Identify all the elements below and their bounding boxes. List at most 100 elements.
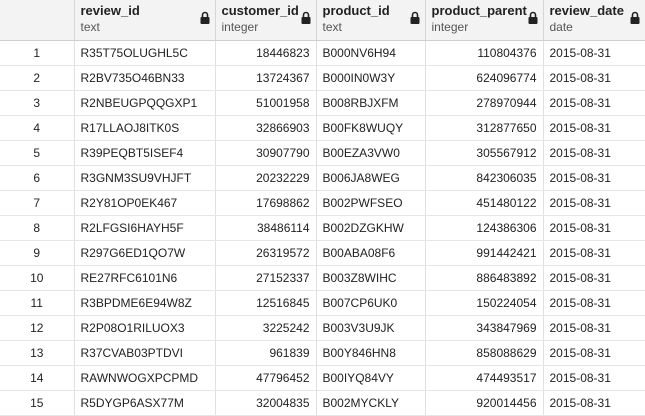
table-cell[interactable]: 920014456 [425,390,544,416]
table-cell[interactable]: R297G6ED1QO7W [74,240,216,266]
column-header-product-id[interactable]: product_id text [316,0,426,41]
table-cell[interactable]: B003V3U9JK [316,315,426,341]
table-cell[interactable]: 312877650 [425,115,544,141]
table-cell[interactable]: 150224054 [425,290,544,316]
row-number-cell[interactable]: 1 [0,40,75,66]
table-cell[interactable]: 26319572 [215,240,317,266]
table-cell[interactable]: 624096774 [425,65,544,91]
table-cell[interactable]: 886483892 [425,265,544,291]
table-cell[interactable]: B006JA8WEG [316,165,426,191]
table-cell[interactable]: B000IN0W3Y [316,65,426,91]
row-number-cell[interactable]: 5 [0,140,75,166]
table-cell[interactable]: 474493517 [425,365,544,391]
table-row[interactable]: 12 R2P08O1RILUOX3 3225242 B003V3U9JK 3438479… [0,315,645,341]
column-header-product-parent[interactable]: product_parent integer [425,0,544,41]
table-cell[interactable]: 32866903 [215,115,317,141]
row-number-cell[interactable]: 11 [0,290,75,316]
table-cell[interactable]: 858088629 [425,340,544,366]
table-row[interactable]: 14 RAWNWOGXPCPMD 47796452 B00IYQ84VY 4744935… [0,365,645,391]
table-cell[interactable]: 2015-08-31 [543,390,645,416]
row-number-cell[interactable]: 6 [0,165,75,191]
table-cell[interactable]: 305567912 [425,140,544,166]
table-cell[interactable]: 2015-08-31 [543,265,645,291]
table-cell[interactable]: R37CVAB03PTDVI [74,340,216,366]
table-cell[interactable]: B002MYCKLY [316,390,426,416]
table-cell[interactable]: R39PEQBT5ISEF4 [74,140,216,166]
table-row[interactable]: 10 RE27RFC6101N6 27152337 B003Z8WIHC 8864838… [0,265,645,291]
row-number-cell[interactable]: 7 [0,190,75,216]
table-cell[interactable]: 2015-08-31 [543,165,645,191]
table-cell[interactable]: 278970944 [425,90,544,116]
table-cell[interactable]: 32004835 [215,390,317,416]
table-cell[interactable]: 343847969 [425,315,544,341]
table-cell[interactable]: R35T75OLUGHL5C [74,40,216,66]
row-number-cell[interactable]: 14 [0,365,75,391]
table-cell[interactable]: 17698862 [215,190,317,216]
table-cell[interactable]: 842306035 [425,165,544,191]
table-row[interactable]: 3 R2NBEUGPQQGXP1 51001958 B008RBJXFM 2789709… [0,90,645,116]
row-number-cell[interactable]: 13 [0,340,75,366]
column-header-review-date[interactable]: review_date date [543,0,645,41]
table-cell[interactable]: R3BPDME6E94W8Z [74,290,216,316]
table-row[interactable]: 8 R2LFGSI6HAYH5F 38486114 B002DZGKHW 1243863… [0,215,645,241]
row-number-cell[interactable]: 12 [0,315,75,341]
row-number-cell[interactable]: 9 [0,240,75,266]
table-cell[interactable]: 2015-08-31 [543,315,645,341]
table-cell[interactable]: B00EZA3VW0 [316,140,426,166]
row-number-cell[interactable]: 10 [0,265,75,291]
table-cell[interactable]: 2015-08-31 [543,290,645,316]
table-cell[interactable]: RE27RFC6101N6 [74,265,216,291]
table-cell[interactable]: 2015-08-31 [543,240,645,266]
table-cell[interactable]: 991442421 [425,240,544,266]
table-cell[interactable]: B00IYQ84VY [316,365,426,391]
table-cell[interactable]: B00ABA08F6 [316,240,426,266]
table-cell[interactable]: 2015-08-31 [543,190,645,216]
table-cell[interactable]: 124386306 [425,215,544,241]
table-row[interactable]: 7 R2Y81OP0EK467 17698862 B002PWFSEO 45148012… [0,190,645,216]
table-cell[interactable]: 20232229 [215,165,317,191]
table-cell[interactable]: B007CP6UK0 [316,290,426,316]
table-cell[interactable]: 3225242 [215,315,317,341]
row-number-cell[interactable]: 8 [0,215,75,241]
table-row[interactable]: 1 R35T75OLUGHL5C 18446823 B000NV6H94 1108043… [0,40,645,66]
table-row[interactable]: 11 R3BPDME6E94W8Z 12516845 B007CP6UK0 150224… [0,290,645,316]
table-cell[interactable]: 2015-08-31 [543,365,645,391]
table-cell[interactable]: 2015-08-31 [543,215,645,241]
table-cell[interactable]: R2P08O1RILUOX3 [74,315,216,341]
column-header-customer-id[interactable]: customer_id integer [215,0,317,41]
table-row[interactable]: 15 R5DYGP6ASX77M 32004835 B002MYCKLY 9200144… [0,390,645,416]
table-row[interactable]: 13 R37CVAB03PTDVI 961839 B00Y846HN8 85808862… [0,340,645,366]
table-cell[interactable]: R2BV735O46BN33 [74,65,216,91]
table-cell[interactable]: 30907790 [215,140,317,166]
table-cell[interactable]: 18446823 [215,40,317,66]
table-cell[interactable]: 51001958 [215,90,317,116]
table-cell[interactable]: B002PWFSEO [316,190,426,216]
table-cell[interactable]: 2015-08-31 [543,115,645,141]
table-cell[interactable]: 2015-08-31 [543,65,645,91]
table-cell[interactable]: B008RBJXFM [316,90,426,116]
table-cell[interactable]: B00Y846HN8 [316,340,426,366]
table-cell[interactable]: R2LFGSI6HAYH5F [74,215,216,241]
table-cell[interactable]: 2015-08-31 [543,90,645,116]
table-row[interactable]: 6 R3GNM3SU9VHJFT 20232229 B006JA8WEG 8423060… [0,165,645,191]
table-cell[interactable]: R2NBEUGPQQGXP1 [74,90,216,116]
table-cell[interactable]: B003Z8WIHC [316,265,426,291]
table-row[interactable]: 5 R39PEQBT5ISEF4 30907790 B00EZA3VW0 3055679… [0,140,645,166]
table-cell[interactable]: 13724367 [215,65,317,91]
row-number-header[interactable] [0,0,75,41]
table-cell[interactable]: 2015-08-31 [543,140,645,166]
table-cell[interactable]: 12516845 [215,290,317,316]
table-cell[interactable]: R5DYGP6ASX77M [74,390,216,416]
table-cell[interactable]: 2015-08-31 [543,340,645,366]
table-row[interactable]: 2 R2BV735O46BN33 13724367 B000IN0W3Y 6240967… [0,65,645,91]
table-row[interactable]: 4 R17LLAOJ8ITK0S 32866903 B00FK8WUQY 3128776… [0,115,645,141]
table-cell[interactable]: 27152337 [215,265,317,291]
row-number-cell[interactable]: 15 [0,390,75,416]
table-cell[interactable]: B000NV6H94 [316,40,426,66]
table-cell[interactable]: B00FK8WUQY [316,115,426,141]
table-cell[interactable]: B002DZGKHW [316,215,426,241]
table-cell[interactable]: R2Y81OP0EK467 [74,190,216,216]
table-cell[interactable]: 38486114 [215,215,317,241]
table-row[interactable]: 9 R297G6ED1QO7W 26319572 B00ABA08F6 99144242… [0,240,645,266]
row-number-cell[interactable]: 3 [0,90,75,116]
